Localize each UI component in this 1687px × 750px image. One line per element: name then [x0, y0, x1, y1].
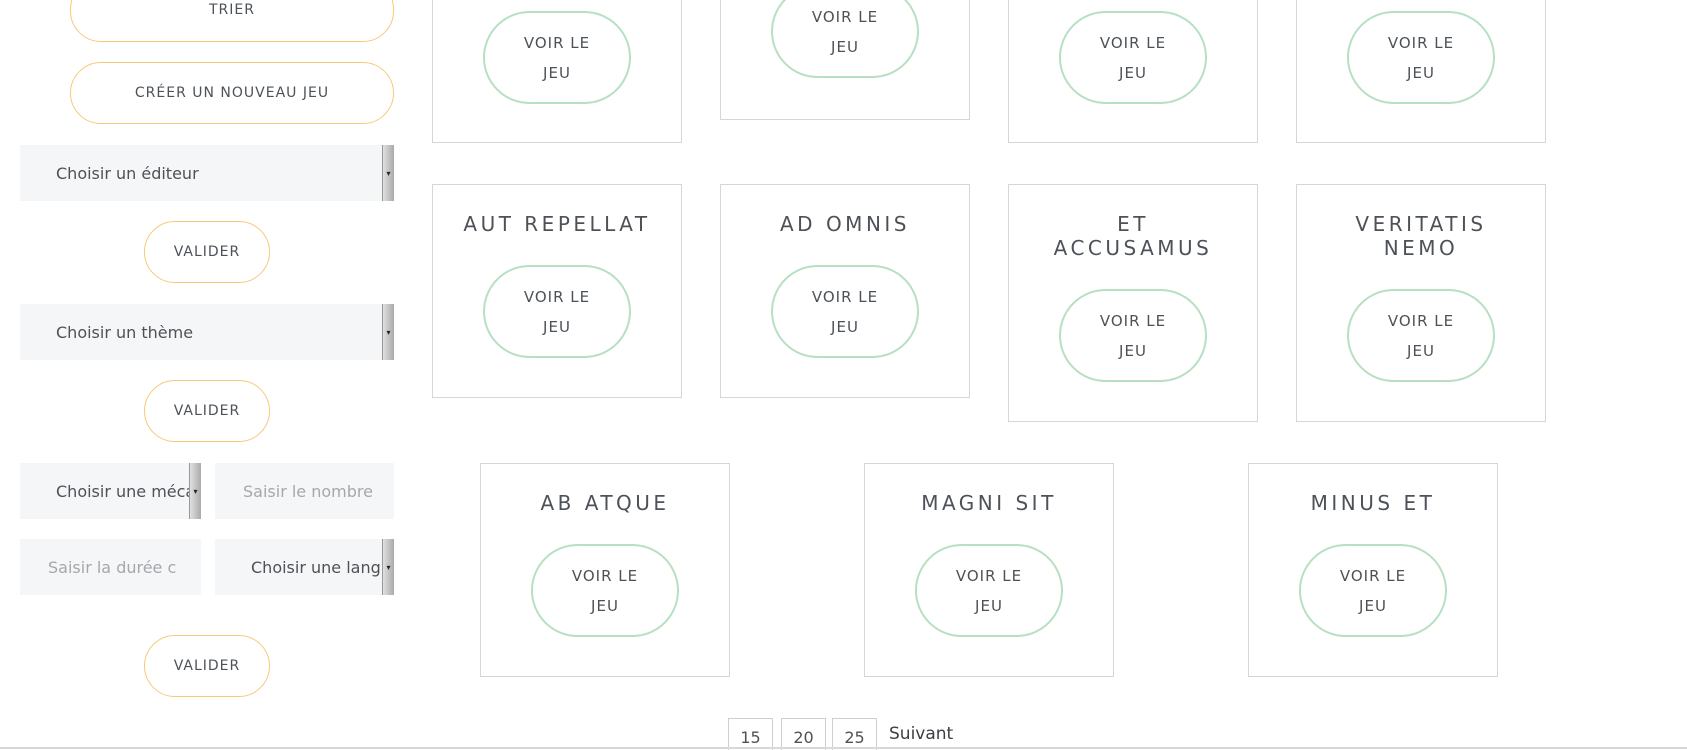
- game-card: MAGNI SIT VOIR LE JEU: [864, 463, 1114, 677]
- page-bottom-divider: [0, 747, 1687, 749]
- game-card: VOIR LE JEU: [1296, 0, 1546, 143]
- game-card: AUT REPELLAT VOIR LE JEU: [432, 184, 682, 398]
- game-title: AB ATQUE: [540, 491, 670, 515]
- validate-publisher-button[interactable]: VALIDER: [144, 221, 270, 283]
- game-card: VOIR LE JEU: [432, 0, 682, 143]
- view-game-button[interactable]: VOIR LE JEU: [1059, 11, 1207, 104]
- view-game-button[interactable]: VOIR LE JEU: [483, 11, 631, 104]
- next-page-link[interactable]: Suivant: [889, 724, 953, 744]
- game-card: ET ACCUSAMUS VOIR LE JEU: [1008, 184, 1258, 422]
- game-title: AUT REPELLAT: [463, 212, 651, 236]
- game-card: AB ATQUE VOIR LE JEU: [480, 463, 730, 677]
- publisher-select[interactable]: Choisir un éditeur ▾: [20, 145, 394, 201]
- language-select[interactable]: Choisir une langu ▾: [215, 539, 394, 595]
- view-game-button[interactable]: VOIR LE JEU: [1347, 11, 1495, 104]
- view-game-button[interactable]: VOIR LE JEU: [1059, 289, 1207, 382]
- game-card: VOIR LE JEU: [1008, 0, 1258, 143]
- view-game-button[interactable]: VOIR LE JEU: [915, 544, 1063, 637]
- create-game-button[interactable]: CRÉER UN NOUVEAU JEU: [70, 62, 394, 124]
- page-size-15[interactable]: 15: [728, 718, 773, 750]
- game-title: MAGNI SIT: [921, 491, 1057, 515]
- validate-theme-button[interactable]: VALIDER: [144, 380, 270, 442]
- mechanic-select[interactable]: Choisir une méca ▾: [20, 463, 201, 519]
- view-game-button[interactable]: VOIR LE JEU: [771, 0, 919, 78]
- game-title: VERITATIS NEMO: [1355, 212, 1487, 260]
- page-size-25[interactable]: 25: [832, 718, 877, 750]
- view-game-button[interactable]: VOIR LE JEU: [531, 544, 679, 637]
- chevron-down-icon: ▾: [382, 539, 394, 595]
- game-title: MINUS ET: [1310, 491, 1436, 515]
- game-card: VOIR LE JEU: [720, 0, 970, 120]
- view-game-button[interactable]: VOIR LE JEU: [771, 265, 919, 358]
- game-card: VERITATIS NEMO VOIR LE JEU: [1296, 184, 1546, 422]
- players-count-input[interactable]: [215, 463, 394, 519]
- view-game-button[interactable]: VOIR LE JEU: [1347, 289, 1495, 382]
- validate-filters-button[interactable]: VALIDER: [144, 635, 270, 697]
- chevron-down-icon: ▾: [382, 145, 394, 201]
- sort-button[interactable]: TRIER: [70, 0, 394, 42]
- chevron-down-icon: ▾: [189, 463, 201, 519]
- view-game-button[interactable]: VOIR LE JEU: [483, 265, 631, 358]
- game-card: MINUS ET VOIR LE JEU: [1248, 463, 1498, 677]
- view-game-button[interactable]: VOIR LE JEU: [1299, 544, 1447, 637]
- game-card: AD OMNIS VOIR LE JEU: [720, 184, 970, 398]
- chevron-down-icon: ▾: [382, 304, 394, 360]
- duration-input[interactable]: [20, 539, 201, 595]
- theme-select[interactable]: Choisir un thème ▾: [20, 304, 394, 360]
- game-title: AD OMNIS: [780, 212, 910, 236]
- game-title: ET ACCUSAMUS: [1053, 212, 1213, 260]
- page-size-20[interactable]: 20: [781, 718, 826, 750]
